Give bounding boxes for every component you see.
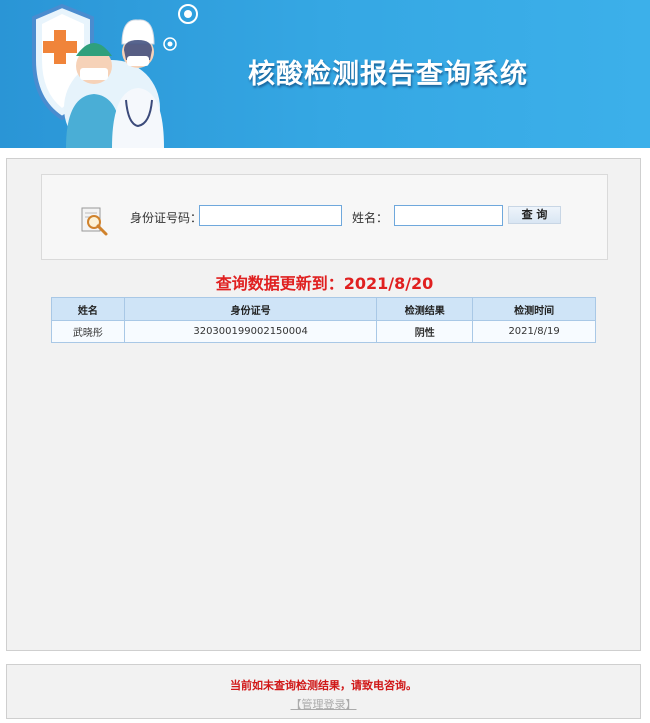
column-header-result: 检测结果: [376, 297, 474, 321]
search-form: 身份证号码： 姓名： 查 询: [41, 174, 608, 260]
cell-id-number: 320300199002150004: [123, 320, 378, 343]
footer: 当前如未查询检测结果，请致电咨询。 【管理登录】: [6, 664, 641, 719]
magnifier-document-icon: [81, 207, 108, 236]
id-number-label: 身份证号码：: [130, 211, 203, 225]
cell-name: 武晓彤: [51, 320, 125, 343]
cell-test-date: 2021/8/19: [472, 320, 596, 343]
id-number-input[interactable]: [199, 205, 342, 226]
main-panel: 身份证号码： 姓名： 查 询 查询数据更新到：2021/8/20 姓名 身份证号…: [6, 158, 641, 651]
table-row: 武晓彤 320300199002150004 阴性 2021/8/19: [51, 320, 596, 343]
table-header-row: 姓名 身份证号 检测结果 检测时间: [51, 297, 596, 321]
data-update-notice: 查询数据更新到：2021/8/20: [215, 274, 434, 293]
admin-login-link[interactable]: 【管理登录】: [291, 696, 357, 712]
name-label: 姓名：: [352, 211, 389, 225]
column-header-test-time: 检测时间: [472, 297, 596, 321]
result-table: 姓名 身份证号 检测结果 检测时间 武晓彤 320300199002150004…: [51, 297, 596, 343]
column-header-name: 姓名: [51, 297, 125, 321]
header-banner: 核酸检测报告查询系统: [0, 0, 650, 148]
column-header-id-number: 身份证号: [123, 297, 378, 321]
system-title: 核酸检测报告查询系统: [248, 59, 528, 90]
contact-notice: 当前如未查询检测结果，请致电咨询。: [230, 679, 417, 692]
query-button[interactable]: 查 询: [508, 206, 561, 224]
medical-staff-illustration: [32, 3, 198, 148]
name-input[interactable]: [394, 205, 503, 226]
cell-result: 阴性: [376, 320, 474, 343]
